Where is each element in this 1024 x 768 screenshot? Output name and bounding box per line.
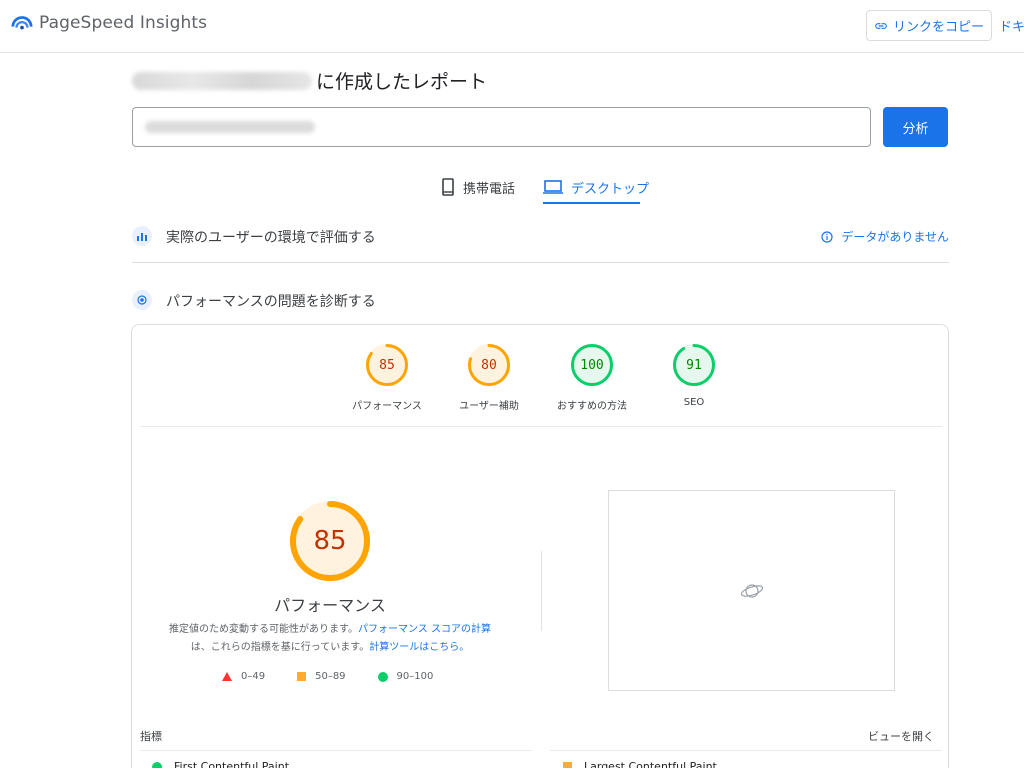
calculator-link[interactable]: 計算ツールはこちら。 — [369, 642, 469, 653]
blurred-date — [132, 71, 312, 90]
performance-big-gauge: 85 — [289, 500, 371, 582]
gauge-label: おすすめの方法 — [557, 401, 627, 412]
metric-divider — [550, 750, 942, 751]
info-icon — [821, 230, 833, 243]
mobile-phone-icon — [442, 178, 454, 196]
metric-name: Largest Contentful Paint — [584, 760, 717, 768]
link-icon — [875, 22, 887, 29]
gauge-score: 80 — [481, 357, 497, 373]
section-divider — [132, 262, 949, 263]
tab-mobile-label: 携帯電話 — [463, 181, 516, 197]
metric-divider — [140, 750, 532, 751]
vertical-divider — [541, 551, 542, 631]
field-data-section: 実際のユーザーの環境で評価する データがありません — [132, 224, 949, 262]
gauge-best-practices[interactable]: 100 おすすめの方法 — [542, 343, 642, 412]
field-data-label: 実際のユーザーの環境で評価する — [166, 230, 376, 246]
score-gauges: 85 パフォーマンス 80 ユーザー補助 100 おすすめの方法 91 SEO — [132, 343, 948, 433]
page-screenshot — [608, 490, 895, 691]
metrics-label: 指標 — [140, 730, 162, 743]
performance-note: 推定値のため変動する可能性があります。パフォーマンス スコアの計算 は、これらの… — [152, 621, 508, 657]
gauge-score: 100 — [580, 357, 604, 373]
legend-item-good: 90–100 — [377, 671, 434, 682]
brand[interactable]: PageSpeed Insights — [11, 12, 207, 34]
lab-diagnose-icon — [132, 290, 152, 310]
legend-range: 90–100 — [396, 671, 434, 682]
card-divider — [140, 426, 942, 427]
performance-big-score: 85 — [313, 526, 347, 556]
gauge-ring: 80 — [467, 343, 511, 387]
gauge-label: SEO — [683, 397, 705, 408]
orange-square-icon — [297, 672, 307, 681]
diagnose-section: パフォーマンスの問題を診断する — [132, 288, 949, 314]
gauge-score: 91 — [686, 357, 702, 373]
pagespeed-logo-icon — [11, 16, 33, 30]
diagnose-label: パフォーマンスの問題を診断する — [166, 294, 376, 310]
gauge-seo[interactable]: 91 SEO — [644, 343, 744, 408]
tab-desktop[interactable]: デスクトップ — [543, 170, 649, 204]
gauge-label: ユーザー補助 — [459, 401, 519, 412]
note-text-2: は、これらの指標を基に行っています。 — [190, 642, 370, 653]
gauge-ring: 91 — [672, 343, 716, 387]
analyze-button[interactable]: 分析 — [883, 107, 948, 147]
legend-range: 50–89 — [315, 671, 346, 682]
top-bar: PageSpeed Insights リンクをコピー ドキ — [0, 0, 1024, 53]
gauge-performance[interactable]: 85 パフォーマンス — [337, 343, 437, 412]
report-title-text: に作成したレポート — [316, 71, 488, 93]
metric-name: First Contentful Paint — [174, 760, 290, 768]
no-data-label: データがありません — [841, 230, 949, 244]
copy-link-button[interactable]: リンクをコピー — [866, 10, 992, 41]
note-text-1: 推定値のため変動する可能性があります。 — [169, 624, 358, 635]
copy-link-label: リンクをコピー — [892, 20, 984, 35]
docs-link[interactable]: ドキ — [999, 16, 1024, 35]
blurred-url — [145, 121, 315, 133]
planet-placeholder-icon — [740, 583, 763, 598]
legend-range: 0–49 — [241, 671, 266, 682]
laptop-icon — [543, 180, 563, 194]
performance-title: パフォーマンス — [274, 596, 386, 615]
brand-name: PageSpeed Insights — [39, 13, 208, 33]
report-card: 85 パフォーマンス 80 ユーザー補助 100 おすすめの方法 91 SEO — [131, 324, 949, 768]
score-calculation-link[interactable]: パフォーマンス スコアの計算 — [358, 624, 491, 635]
metric-fcp: First Contentful Paint — [152, 760, 289, 768]
report-title: に作成したレポート — [132, 67, 487, 94]
tab-mobile[interactable]: 携帯電話 — [441, 170, 515, 204]
gauge-ring: 85 — [365, 343, 409, 387]
gauge-label: パフォーマンス — [352, 401, 422, 412]
gauge-score: 85 — [379, 357, 395, 373]
gauge-accessibility[interactable]: 80 ユーザー補助 — [439, 343, 539, 412]
green-circle-icon — [152, 761, 162, 768]
score-legend: 0–49 50–89 90–100 — [222, 671, 465, 682]
legend-item-poor: 0–49 — [222, 671, 265, 682]
green-circle-icon — [377, 671, 388, 682]
users-chart-icon — [132, 226, 152, 246]
orange-square-icon — [563, 762, 572, 768]
tab-selected-indicator — [543, 202, 640, 204]
legend-item-average: 50–89 — [297, 671, 346, 682]
url-input[interactable] — [132, 107, 871, 147]
expand-view-button[interactable]: ビューを開く — [868, 728, 934, 744]
tab-desktop-label: デスクトップ — [571, 181, 650, 197]
red-triangle-icon — [222, 672, 232, 681]
metric-lcp: Largest Contentful Paint — [563, 760, 717, 768]
no-data-link[interactable]: データがありません — [821, 228, 949, 245]
gauge-ring: 100 — [570, 343, 614, 387]
